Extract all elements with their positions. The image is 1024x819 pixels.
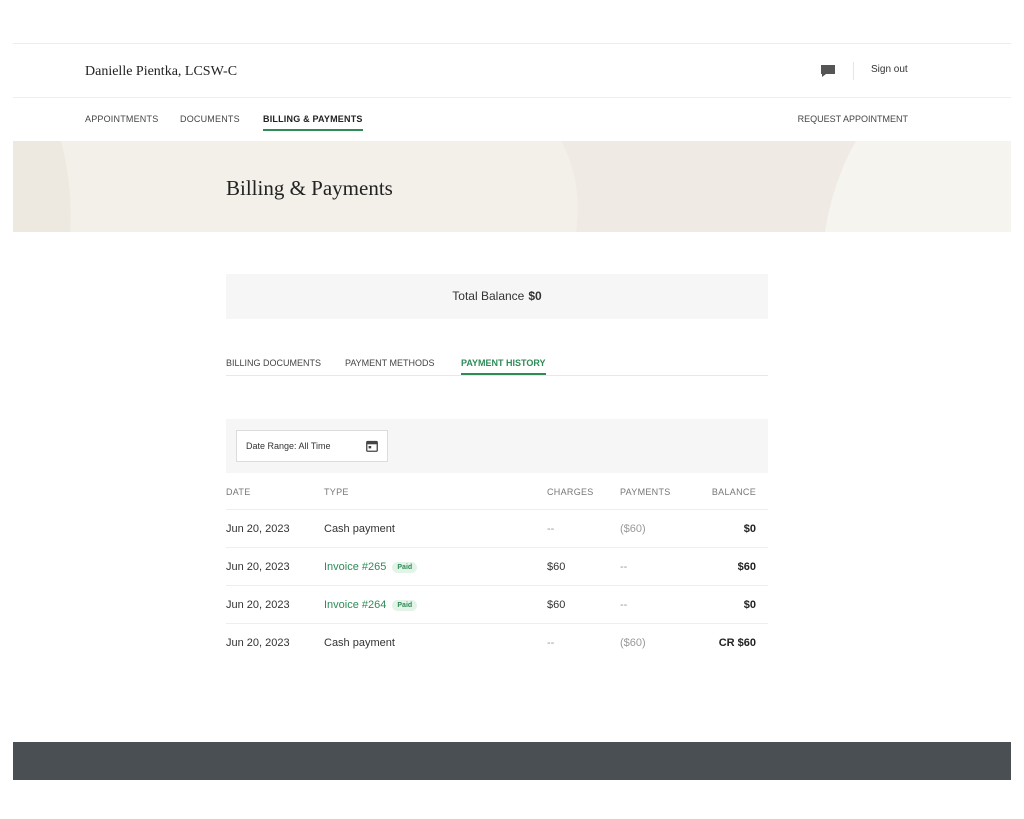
cell-payments: -- [620, 561, 628, 573]
cell-charges: -- [547, 637, 555, 649]
tab-payment-methods[interactable]: PAYMENT METHODS [345, 358, 435, 368]
table-row: Jun 20, 2023 Cash payment -- ($60) CR $6… [226, 624, 768, 662]
cell-charges: $60 [547, 599, 566, 611]
column-header-balance: BALANCE [711, 487, 756, 497]
date-range-picker[interactable]: Date Range: All Time [236, 430, 388, 462]
request-appointment-link[interactable]: REQUEST APPOINTMENT [798, 114, 908, 124]
cell-date: Jun 20, 2023 [226, 599, 290, 611]
cell-balance: $60 [737, 561, 756, 573]
nav-appointments[interactable]: APPOINTMENTS [85, 114, 158, 124]
column-header-date: DATE [226, 487, 251, 497]
total-balance-amount: $0 [528, 289, 542, 303]
billing-tabs: BILLING DOCUMENTS PAYMENT METHODS PAYMEN… [226, 356, 768, 376]
cell-charges: $60 [547, 561, 566, 573]
cell-payments: -- [620, 599, 628, 611]
table-row: Jun 20, 2023 Invoice #264 Paid $60 -- $0 [226, 586, 768, 624]
cell-balance: $0 [743, 599, 756, 611]
total-balance-box: Total Balance $0 [226, 274, 768, 319]
column-header-charges: CHARGES [547, 487, 594, 497]
total-balance-label: Total Balance [452, 289, 525, 303]
cell-payments: ($60) [620, 637, 646, 649]
cell-date: Jun 20, 2023 [226, 523, 290, 535]
sign-out-link[interactable]: Sign out [871, 64, 908, 75]
column-header-type: TYPE [324, 487, 349, 497]
invoice-link[interactable]: Invoice #265 [324, 561, 386, 573]
cell-type: Invoice #264 Paid [324, 599, 418, 611]
main-nav: APPOINTMENTS DOCUMENTS BILLING & PAYMENT… [13, 99, 1011, 141]
header-divider [853, 62, 854, 80]
table-row: Jun 20, 2023 Invoice #265 Paid $60 -- $60 [226, 548, 768, 586]
provider-name: Danielle Pientka, LCSW-C [85, 64, 238, 79]
calendar-icon [366, 440, 378, 452]
paid-badge: Paid [392, 562, 418, 573]
paid-badge: Paid [392, 600, 418, 611]
banner-decoration [13, 141, 1011, 232]
nav-billing-payments[interactable]: BILLING & PAYMENTS [263, 114, 363, 131]
column-header-payments: PAYMENTS [620, 487, 671, 497]
cell-date: Jun 20, 2023 [226, 637, 290, 649]
date-range-label: Date Range: All Time [246, 441, 331, 451]
top-bar: Danielle Pientka, LCSW-C Sign out [13, 44, 1011, 98]
payment-history-table: DATE TYPE CHARGES PAYMENTS BALANCE Jun 2… [226, 476, 768, 662]
chat-bubble-icon[interactable] [820, 64, 836, 78]
nav-documents[interactable]: DOCUMENTS [180, 114, 240, 124]
cell-charges: -- [547, 523, 555, 535]
page-frame: Danielle Pientka, LCSW-C Sign out APPOIN… [13, 43, 1011, 780]
cell-balance: CR $60 [718, 637, 756, 649]
table-header: DATE TYPE CHARGES PAYMENTS BALANCE [226, 476, 768, 510]
footer [13, 742, 1011, 780]
cell-type: Invoice #265 Paid [324, 561, 418, 573]
cell-type: Cash payment [324, 637, 395, 649]
page-banner: Billing & Payments [13, 141, 1011, 232]
table-row: Jun 20, 2023 Cash payment -- ($60) $0 [226, 510, 768, 548]
page-title: Billing & Payments [226, 176, 393, 200]
tab-payment-history[interactable]: PAYMENT HISTORY [461, 358, 546, 375]
cell-date: Jun 20, 2023 [226, 561, 290, 573]
filter-bar: Date Range: All Time [226, 419, 768, 473]
cell-payments: ($60) [620, 523, 646, 535]
invoice-link[interactable]: Invoice #264 [324, 599, 386, 611]
tab-billing-documents[interactable]: BILLING DOCUMENTS [226, 358, 321, 368]
cell-balance: $0 [743, 523, 756, 535]
cell-type: Cash payment [324, 523, 395, 535]
